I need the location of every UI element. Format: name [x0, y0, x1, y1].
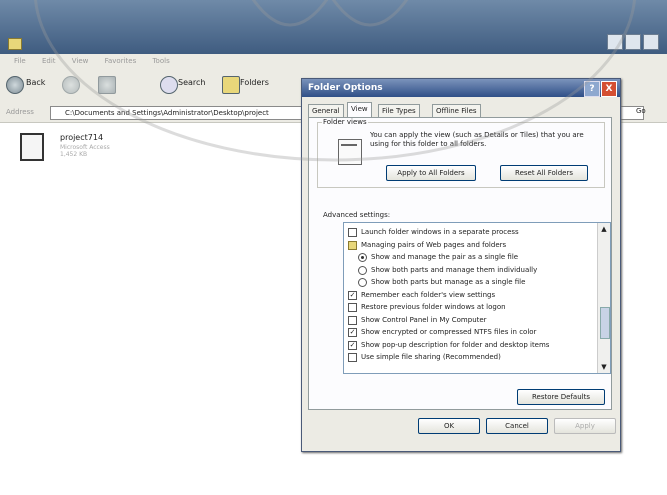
access-file-icon — [20, 133, 44, 161]
tab-view[interactable]: View — [347, 102, 372, 117]
folders-button[interactable]: Folders — [240, 78, 269, 87]
go-button[interactable]: Go — [636, 107, 646, 115]
folder-icon — [8, 38, 22, 50]
folder-options-dialog: Folder Options ? X General View File Typ… — [301, 78, 621, 452]
close-window-button[interactable] — [643, 34, 659, 50]
apply-button[interactable]: Apply — [554, 418, 616, 434]
advanced-item-label: Managing pairs of Web pages and folders — [361, 240, 507, 249]
maximize-button[interactable] — [625, 34, 641, 50]
advanced-settings-label: Advanced settings: — [323, 211, 391, 219]
forward-arrow-icon[interactable] — [62, 76, 80, 94]
address-label: Address — [6, 108, 34, 116]
advanced-item-label: Launch folder windows in a separate proc… — [361, 228, 519, 236]
search-icon[interactable] — [160, 76, 178, 94]
back-button[interactable]: Back — [26, 78, 45, 87]
folder-icon — [348, 240, 357, 250]
advanced-item-label: Show pop-up description for folder and d… — [361, 340, 550, 349]
file-size: 1,452 KB — [60, 151, 88, 158]
radio-button[interactable] — [358, 253, 367, 262]
advanced-settings-list[interactable]: ▲ ▼ Launch folder windows in a separate … — [343, 222, 611, 374]
advanced-item-label: Show both parts but manage as a single f… — [371, 278, 526, 286]
advanced-item-label: Use simple file sharing (Recommended) — [361, 353, 501, 361]
apply-to-all-folders-button[interactable]: Apply to All Folders — [386, 165, 476, 181]
menu-tools[interactable]: Tools — [152, 57, 169, 65]
explorer-title-bar[interactable] — [0, 0, 667, 54]
menu-bar: File Edit View Favorites Tools — [0, 54, 667, 68]
ok-button[interactable]: OK — [418, 418, 480, 434]
checkbox[interactable]: ✓ — [348, 290, 357, 300]
dialog-title: Folder Options — [308, 83, 383, 93]
folder-views-description: You can apply the view (such as Details … — [370, 131, 584, 148]
checkbox[interactable]: ✓ — [348, 340, 357, 350]
advanced-item-label: Show Control Panel in My Computer — [361, 315, 487, 324]
menu-file[interactable]: File — [14, 57, 26, 65]
help-button[interactable]: ? — [584, 81, 600, 97]
checkbox[interactable] — [348, 228, 357, 237]
view-tab-panel: Folder views You can apply the view (suc… — [308, 117, 612, 410]
scroll-up-icon[interactable]: ▲ — [599, 224, 609, 234]
menu-favorites[interactable]: Favorites — [105, 57, 137, 65]
advanced-item-label: Show and manage the pair as a single fil… — [371, 253, 519, 261]
back-arrow-icon[interactable] — [6, 76, 24, 94]
tab-general[interactable]: General — [308, 104, 344, 117]
scroll-down-icon[interactable]: ▼ — [599, 362, 609, 372]
close-dialog-button[interactable]: X — [601, 81, 617, 97]
advanced-item-label: Remember each folder's view settings — [361, 290, 496, 299]
reset-all-folders-button[interactable]: Reset All Folders — [500, 165, 588, 181]
menu-edit[interactable]: Edit — [42, 57, 56, 65]
tab-file-types[interactable]: File Types — [378, 104, 420, 117]
search-button[interactable]: Search — [178, 78, 205, 87]
radio-button[interactable] — [358, 278, 367, 287]
cancel-button[interactable]: Cancel — [486, 418, 548, 434]
file-type: Microsoft Access — [60, 144, 110, 151]
advanced-item-label: Restore previous folder windows at logon — [361, 303, 506, 311]
list-scrollbar[interactable]: ▲ ▼ — [597, 223, 610, 373]
minimize-button[interactable] — [607, 34, 623, 50]
folders-icon[interactable] — [222, 76, 240, 94]
checkbox[interactable]: ✓ — [348, 328, 357, 337]
folder-views-icon — [338, 139, 362, 165]
advanced-item-label: Show encrypted or compressed NTFS files … — [361, 328, 537, 336]
checkbox[interactable] — [348, 315, 357, 325]
restore-defaults-button[interactable]: Restore Defaults — [517, 389, 605, 405]
folder-views-legend: Folder views — [322, 118, 368, 126]
folder-views-group: Folder views You can apply the view (suc… — [317, 118, 605, 188]
up-folder-icon[interactable] — [98, 76, 116, 94]
radio-button[interactable] — [358, 265, 367, 275]
scroll-thumb[interactable] — [600, 307, 610, 339]
checkbox[interactable] — [348, 353, 357, 362]
checkbox[interactable] — [348, 303, 357, 312]
advanced-item-label: Show both parts and manage them individu… — [371, 265, 538, 274]
tab-offline-files[interactable]: Offline Files — [432, 104, 481, 117]
menu-view[interactable]: View — [72, 57, 89, 65]
file-name: project714 — [60, 133, 104, 142]
dialog-title-bar[interactable]: Folder Options ? X — [302, 79, 620, 97]
